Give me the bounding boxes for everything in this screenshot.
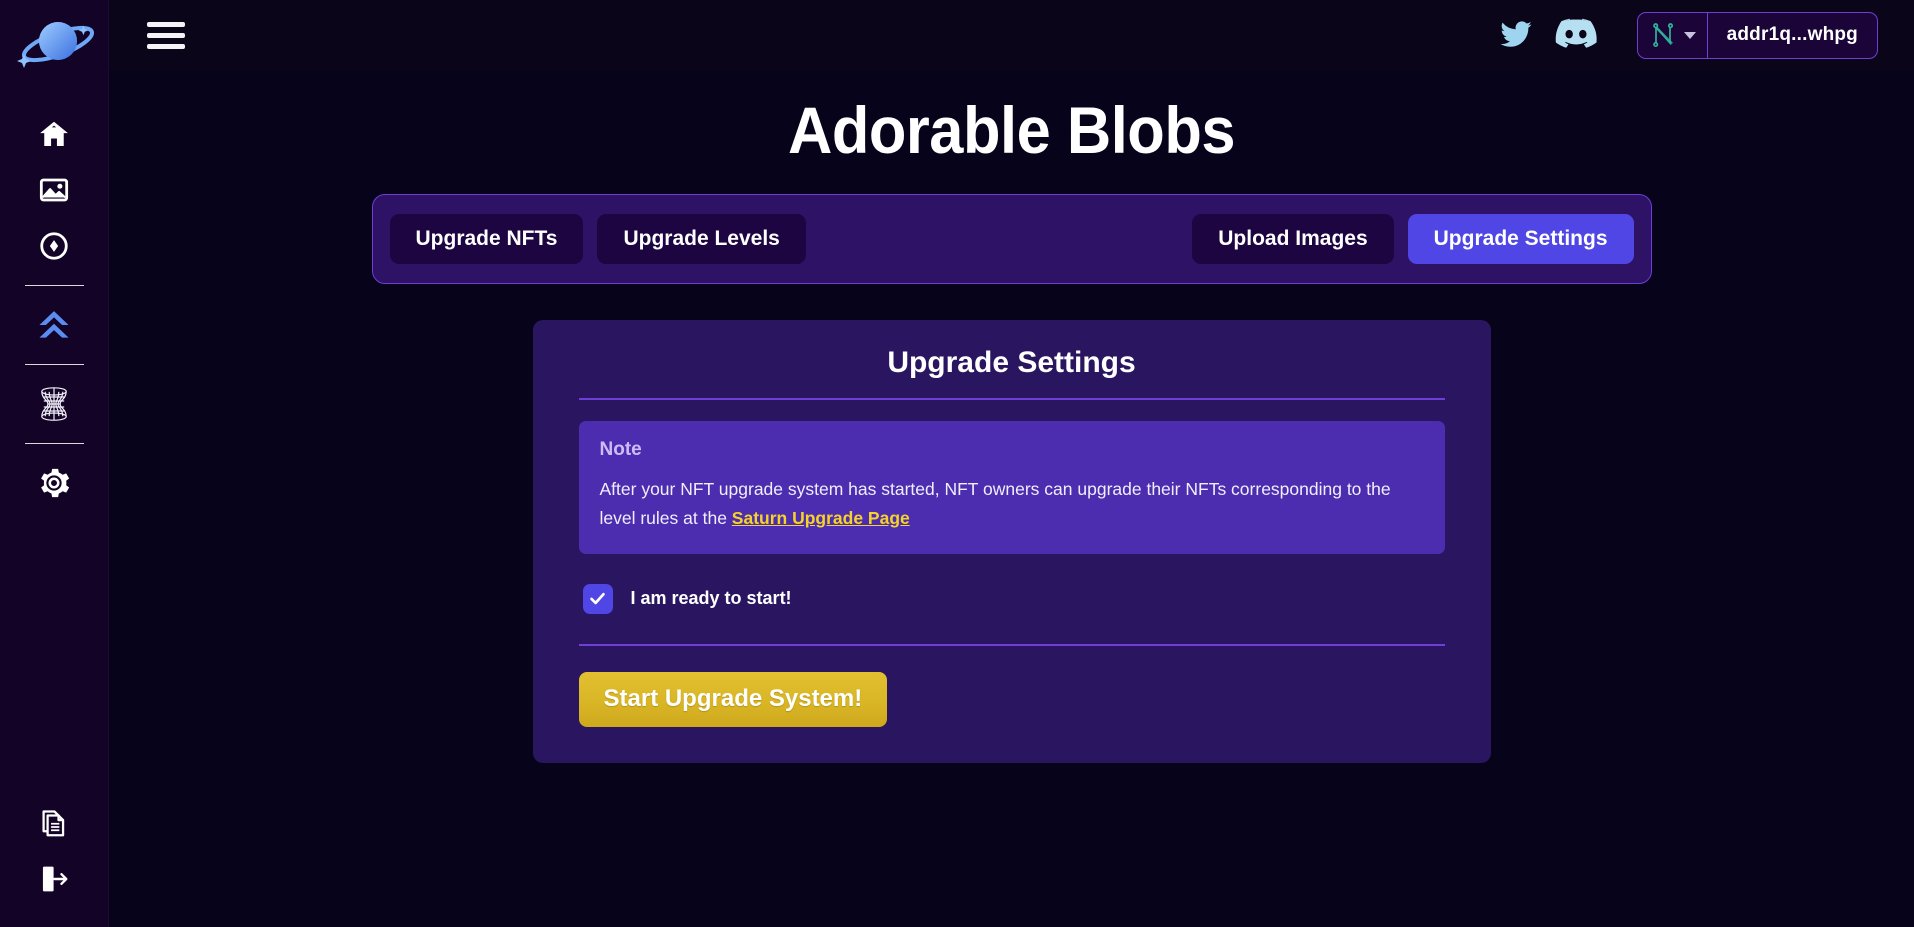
hamburger-bar	[147, 21, 185, 27]
checkmark-icon	[590, 593, 605, 605]
twitter-bird-icon[interactable]	[1493, 12, 1539, 58]
sidebar-item-settings[interactable]	[0, 455, 108, 511]
note-box: Note After your NFT upgrade system has s…	[578, 421, 1445, 554]
sidebar-divider-1	[24, 285, 84, 286]
page-title: Adorable Blobs	[787, 93, 1236, 167]
sidebar-divider-2	[24, 364, 84, 365]
chevron-down-icon	[1683, 31, 1696, 39]
topbar: addr1q...whpg	[109, 0, 1914, 70]
wallet-address[interactable]: addr1q...whpg	[1708, 13, 1877, 58]
sidebar-item-wormhole[interactable]	[0, 376, 108, 432]
tabbar: Upgrade NFTs Upgrade Levels Upload Image…	[371, 194, 1652, 285]
note-body: After your NFT upgrade system has starte…	[600, 475, 1424, 532]
card-divider-top	[578, 398, 1445, 401]
card-divider-bottom	[578, 643, 1445, 646]
tab-upgrade-levels[interactable]: Upgrade Levels	[597, 214, 806, 265]
content: Adorable Blobs Upgrade NFTs Upgrade Leve…	[109, 70, 1914, 763]
tab-upgrade-settings[interactable]: Upgrade Settings	[1407, 214, 1634, 265]
ready-checkbox-label: I am ready to start!	[630, 588, 792, 609]
hamburger-menu-icon[interactable]	[147, 18, 189, 52]
tab-upload-images[interactable]: Upload Images	[1192, 214, 1394, 265]
sidebar-item-images[interactable]	[0, 162, 108, 218]
sidebar-nav-bottom	[0, 795, 108, 907]
sidebar-item-upgrade[interactable]	[0, 297, 108, 353]
sidebar-item-logout[interactable]	[0, 851, 108, 907]
start-upgrade-system-button[interactable]: Start Upgrade System!	[578, 671, 888, 727]
sidebar-item-home[interactable]	[0, 106, 108, 162]
card-title: Upgrade Settings	[887, 346, 1136, 380]
upgrade-settings-card: Upgrade Settings Note After your NFT upg…	[532, 320, 1491, 763]
discord-logo-icon[interactable]	[1553, 12, 1599, 58]
app-root: addr1q...whpg Adorable Blobs Upgrade NFT…	[0, 0, 1914, 927]
sidebar-item-documents[interactable]	[0, 795, 108, 851]
saturn-planet-logo[interactable]	[13, 14, 95, 76]
ready-checkbox[interactable]	[582, 583, 613, 614]
note-heading: Note	[599, 439, 642, 461]
main-area: addr1q...whpg Adorable Blobs Upgrade NFT…	[109, 0, 1914, 927]
wallet-button[interactable]: addr1q...whpg	[1636, 11, 1878, 59]
note-text: After your NFT upgrade system has starte…	[599, 479, 1391, 528]
sidebar-divider-3	[24, 443, 84, 444]
ready-checkbox-row: I am ready to start!	[579, 583, 1445, 614]
tab-upgrade-nfts[interactable]: Upgrade NFTs	[389, 214, 584, 265]
sidebar-nav-top	[0, 106, 108, 511]
nami-wallet-icon	[1652, 23, 1673, 48]
wallet-selector[interactable]	[1638, 12, 1708, 58]
hamburger-bar	[147, 43, 185, 49]
hamburger-bar	[147, 32, 185, 38]
sidebar	[0, 0, 109, 927]
saturn-upgrade-page-link[interactable]: Saturn Upgrade Page	[732, 508, 910, 528]
sidebar-item-token[interactable]	[0, 218, 108, 274]
